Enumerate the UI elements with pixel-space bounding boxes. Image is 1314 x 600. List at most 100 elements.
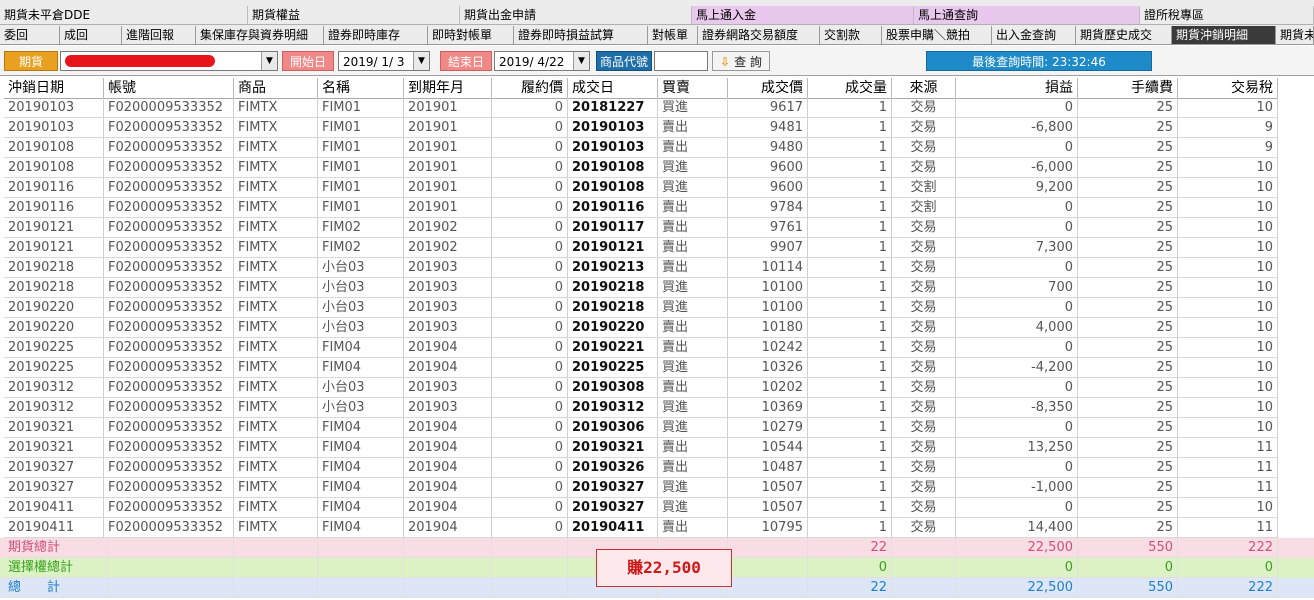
column-header[interactable]: 成交價: [728, 78, 808, 99]
table-cell: 20190326: [568, 458, 658, 478]
table-row[interactable]: 20190225 F0200009533352 FIMTX FIM04 201904 0 2…: [0, 358, 1314, 378]
function-tab[interactable]: 進階回報: [122, 26, 196, 44]
table-row[interactable]: 20190116 F0200009533352 FIMTX FIM01 201901 0 2…: [0, 178, 1314, 198]
table-row[interactable]: 20190321 F0200009533352 FIMTX FIM04 201904 0 2…: [0, 418, 1314, 438]
column-header[interactable]: 買賣: [658, 78, 728, 99]
function-tab[interactable]: 證券即時損益試算: [514, 26, 648, 44]
summary-cell: [104, 538, 234, 558]
table-row[interactable]: 20190220 F0200009533352 FIMTX 小台03 201903 0 20…: [0, 298, 1314, 318]
top-tab[interactable]: 證所稅專區: [1140, 6, 1314, 24]
column-header[interactable]: 手續費: [1078, 78, 1178, 99]
table-row[interactable]: 20190220 F0200009533352 FIMTX 小台03 201903 0 20…: [0, 318, 1314, 338]
table-row[interactable]: 20190103 F0200009533352 FIMTX FIM01 201901 0 2…: [0, 98, 1314, 118]
column-header[interactable]: 帳號: [104, 78, 234, 99]
column-header[interactable]: 來源: [892, 78, 956, 99]
table-row[interactable]: 20190312 F0200009533352 FIMTX 小台03 201903 0 20…: [0, 398, 1314, 418]
table-row[interactable]: 20190108 F0200009533352 FIMTX FIM01 201901 0 2…: [0, 138, 1314, 158]
column-header[interactable]: 名稱: [318, 78, 404, 99]
table-cell: 20190225: [4, 338, 104, 358]
product-code-input[interactable]: [654, 51, 708, 71]
account-select[interactable]: ▼: [60, 51, 278, 71]
table-cell: F0200009533352: [104, 358, 234, 378]
table-cell: 1: [808, 418, 892, 438]
column-header[interactable]: 到期年月: [404, 78, 492, 99]
table-cell: 20190308: [568, 378, 658, 398]
column-header[interactable]: 成交量: [808, 78, 892, 99]
last-query-time: 最後查詢時間: 23:32:46: [926, 51, 1152, 71]
table-cell: 1: [808, 458, 892, 478]
table-row[interactable]: 20190411 F0200009533352 FIMTX FIM04 201904 0 2…: [0, 498, 1314, 518]
table-cell: 1: [808, 198, 892, 218]
column-header[interactable]: 商品: [234, 78, 318, 99]
table-cell: 10: [1178, 378, 1278, 398]
chevron-down-icon[interactable]: ▼: [413, 52, 429, 70]
table-row[interactable]: 20190121 F0200009533352 FIMTX FIM02 201902 0 2…: [0, 238, 1314, 258]
start-date-picker[interactable]: 2019/ 1/ 3 ▼: [338, 51, 430, 71]
query-button[interactable]: ⇩ 查 詢: [712, 51, 770, 71]
function-tab[interactable]: 集保庫存與資券明細: [196, 26, 324, 44]
table-cell: 10: [1178, 338, 1278, 358]
table-cell: 7,300: [956, 238, 1078, 258]
function-tab[interactable]: 委回: [0, 26, 60, 44]
table-row[interactable]: 20190327 F0200009533352 FIMTX FIM04 201904 0 2…: [0, 458, 1314, 478]
function-tab[interactable]: 期貨沖銷明細: [1172, 26, 1276, 44]
table-row[interactable]: 20190312 F0200009533352 FIMTX 小台03 201903 0 20…: [0, 378, 1314, 398]
table-cell: 小台03: [318, 398, 404, 418]
grid-header[interactable]: 沖銷日期 帳號 商品 名稱 到期年月 履約價 成交日 買賣 成交價 成交量 來源 損益 手續費 交易稅: [0, 78, 1314, 99]
offset-detail-grid[interactable]: 沖銷日期 帳號 商品 名稱 到期年月 履約價 成交日 買賣 成交價 成交量 來源 損益 手續費 交易稅 20…: [0, 78, 1314, 598]
summary-cell: [318, 578, 404, 598]
table-cell: FIMTX: [234, 378, 318, 398]
table-cell: 20190116: [4, 178, 104, 198]
table-cell: 9: [1178, 118, 1278, 138]
function-tab[interactable]: 出入金查詢: [992, 26, 1076, 44]
table-cell: 0: [492, 98, 568, 118]
table-cell: FIMTX: [234, 238, 318, 258]
column-header[interactable]: 履約價: [492, 78, 568, 99]
redacted-account-mark: [65, 55, 215, 67]
table-row[interactable]: 20190116 F0200009533352 FIMTX FIM01 201901 0 2…: [0, 198, 1314, 218]
end-date-picker[interactable]: 2019/ 4/22 ▼: [494, 51, 590, 71]
summary-pnl: 22,500: [956, 538, 1078, 558]
top-tab[interactable]: 馬上通入金: [692, 6, 914, 24]
table-cell: F0200009533352: [104, 338, 234, 358]
start-date-label: 開始日: [282, 51, 334, 71]
function-tab[interactable]: 證券即時庫存: [324, 26, 428, 44]
table-cell: 20190108: [4, 138, 104, 158]
function-tab[interactable]: 即時對帳單: [428, 26, 514, 44]
table-row[interactable]: 20190321 F0200009533352 FIMTX FIM04 201904 0 2…: [0, 438, 1314, 458]
chevron-down-icon[interactable]: ▼: [573, 52, 589, 70]
top-tab[interactable]: 馬上通查詢: [914, 6, 1140, 24]
function-tab[interactable]: 成回: [60, 26, 122, 44]
function-tab[interactable]: 期貨歷史成交: [1076, 26, 1172, 44]
table-row[interactable]: 20190327 F0200009533352 FIMTX FIM04 201904 0 2…: [0, 478, 1314, 498]
function-tab[interactable]: 對帳單: [648, 26, 698, 44]
table-row[interactable]: 20190108 F0200009533352 FIMTX FIM01 201901 0 2…: [0, 158, 1314, 178]
chevron-down-icon[interactable]: ▼: [261, 52, 277, 70]
table-cell: -8,350: [956, 398, 1078, 418]
table-row[interactable]: 20190218 F0200009533352 FIMTX 小台03 201903 0 20…: [0, 258, 1314, 278]
column-header[interactable]: 成交日: [568, 78, 658, 99]
column-header[interactable]: 沖銷日期: [4, 78, 104, 99]
table-cell: 0: [492, 258, 568, 278]
column-header[interactable]: 交易稅: [1178, 78, 1278, 99]
top-tab[interactable]: 期貨權益: [248, 6, 460, 24]
table-cell: 201904: [404, 438, 492, 458]
table-cell: 25: [1078, 258, 1178, 278]
top-tab[interactable]: 期貨未平倉DDE: [0, 6, 248, 24]
table-row[interactable]: 20190225 F0200009533352 FIMTX FIM04 201904 0 2…: [0, 338, 1314, 358]
function-tab[interactable]: 股票申購＼競拍: [882, 26, 992, 44]
table-row[interactable]: 20190121 F0200009533352 FIMTX FIM02 201902 0 2…: [0, 218, 1314, 238]
table-row[interactable]: 20190411 F0200009533352 FIMTX FIM04 201904 0 2…: [0, 518, 1314, 538]
table-row[interactable]: 20190103 F0200009533352 FIMTX FIM01 201901 0 2…: [0, 118, 1314, 138]
column-header[interactable]: 損益: [956, 78, 1078, 99]
table-row[interactable]: 20190218 F0200009533352 FIMTX 小台03 201903 0 20…: [0, 278, 1314, 298]
top-tab[interactable]: 期貨出金申請: [460, 6, 692, 24]
category-badge[interactable]: 期貨: [4, 51, 58, 71]
table-cell: 賣出: [658, 258, 728, 278]
table-cell: 賣出: [658, 518, 728, 538]
function-tab[interactable]: 證券網路交易額度: [698, 26, 820, 44]
function-tab[interactable]: 期貨未: [1276, 26, 1314, 44]
table-cell: FIMTX: [234, 338, 318, 358]
summary-cell: [728, 538, 808, 558]
function-tab[interactable]: 交割款: [820, 26, 882, 44]
